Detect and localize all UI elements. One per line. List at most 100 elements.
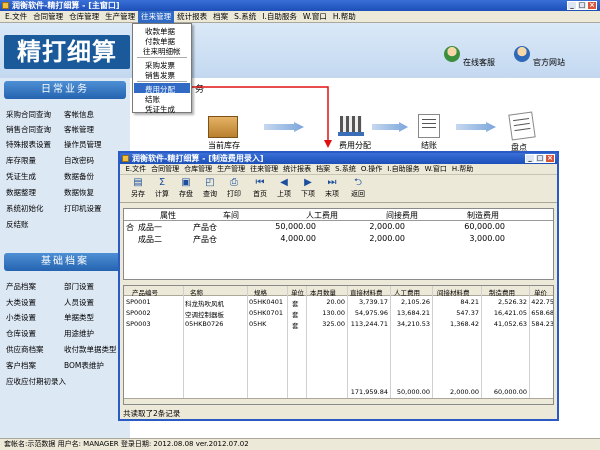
table-row[interactable]: 合 成品一 产品仓 50,000.00 2,000.00 60,000.00	[124, 221, 553, 232]
last-page-button[interactable]: ⏭ 末项	[323, 177, 341, 199]
link-payment-doc-type[interactable]: 收付款单据类型	[64, 344, 117, 355]
child-menu-reports[interactable]: 统计报表	[281, 164, 314, 175]
link-operator-manage[interactable]: 操作员管理	[64, 139, 102, 150]
link-staff-setup[interactable]: 人员设置	[64, 297, 94, 308]
link-data-cleanup[interactable]: 数据整理	[6, 187, 36, 198]
cell-spec: 05HK	[249, 320, 267, 328]
workflow-label-cost: 费用分配	[339, 141, 371, 150]
child-menu-archive[interactable]: 档案	[314, 164, 333, 175]
child-menu-contract[interactable]: 合同管理	[149, 164, 182, 175]
link-stock-limit[interactable]: 库存限量	[6, 155, 36, 166]
dd-sales-invoice[interactable]: 销售发票	[145, 70, 175, 81]
link-customer-archive[interactable]: 客户档案	[6, 360, 36, 371]
child-status-bar: 共读取了2条记录	[123, 409, 181, 418]
first-page-button[interactable]: ⏮ 首页	[251, 177, 269, 199]
app-logo: 精打细算	[4, 35, 130, 69]
return-button[interactable]: ⮌ 返回	[349, 177, 367, 199]
link-warehouse-setup[interactable]: 仓库设置	[6, 328, 36, 339]
menu-system[interactable]: S.系统	[231, 11, 259, 23]
table-row[interactable]: 成品二 产品仓 4,000.00 2,000.00 3,000.00	[124, 233, 553, 244]
cell-name: 科龙热吹风机	[185, 300, 224, 308]
link-product-archive[interactable]: 产品档案	[6, 281, 36, 292]
link-printer-setup[interactable]: 打印机设置	[64, 203, 102, 214]
table-row[interactable]: SP0003 05HKB0726 05HK 套 325.00 113,244.7…	[124, 320, 553, 330]
cost-allocation-icon[interactable]	[338, 114, 364, 138]
checkout-icon[interactable]	[418, 114, 440, 138]
child-menu-production[interactable]: 生产管理	[215, 164, 248, 175]
child-menu-file[interactable]: E.文件	[123, 164, 149, 175]
child-close-button[interactable]: ×	[545, 154, 555, 163]
link-category-setup[interactable]: 大类设置	[6, 297, 36, 308]
col-direct-material: 直接材料费	[350, 289, 383, 297]
link-subcategory-setup[interactable]: 小类设置	[6, 312, 36, 323]
cell-direct: 113,244.71	[350, 320, 388, 328]
table-row[interactable]: SP0001 科龙热吹风机 05HK0401 套 20.00 3,739.17 …	[124, 298, 553, 308]
link-sales-contract[interactable]: 销售合同查询	[6, 124, 51, 135]
child-menu-accounts[interactable]: 往来管理	[248, 164, 281, 175]
link-data-restore[interactable]: 数据恢复	[64, 187, 94, 198]
link-data-backup[interactable]: 数据备份	[64, 171, 94, 182]
menu-self-service[interactable]: I.自助服务	[259, 11, 300, 23]
link-supplier-archive[interactable]: 供应商档案	[6, 344, 44, 355]
cost-grid[interactable]: 属性 车间 人工费用 间接费用 制造费用 合 成品一 产品仓 50,000.00…	[123, 208, 554, 280]
col-indirect-material: 间接材料费	[437, 289, 470, 297]
customer-service-icon	[444, 46, 460, 62]
menu-contract[interactable]: 合同管理	[30, 11, 66, 23]
link-special-report[interactable]: 特殊报表设置	[6, 139, 51, 150]
cell-unit: 套	[292, 322, 299, 330]
menu-window[interactable]: W.窗口	[300, 11, 330, 23]
menu-production[interactable]: 生产管理	[102, 11, 138, 23]
save-as-button[interactable]: ▤ 另存	[129, 177, 147, 199]
stocktake-icon[interactable]	[508, 111, 536, 141]
menu-warehouse[interactable]: 仓库管理	[66, 11, 102, 23]
cell-price: 658.68	[531, 309, 554, 317]
menu-reports[interactable]: 统计报表	[174, 11, 210, 23]
child-menu-help[interactable]: H.帮助	[449, 164, 475, 175]
next-button[interactable]: ▶ 下项	[299, 177, 317, 199]
link-purpose-maintain[interactable]: 用途维护	[64, 328, 94, 339]
save-button[interactable]: ▣ 存盘	[177, 177, 195, 199]
menu-archive[interactable]: 档案	[210, 11, 231, 23]
cell-labor: 34,210.53	[396, 320, 430, 328]
cell-labor: 50,000.00	[275, 222, 316, 231]
save-icon: ▣	[181, 177, 191, 188]
table-row[interactable]: SP0002 空调控制器板 05HK0701 套 130.00 54,975.9…	[124, 309, 554, 319]
child-minimize-button[interactable]: _	[525, 154, 535, 163]
dd-ledger-detail[interactable]: 往来明细帐	[143, 46, 181, 57]
link-account-info[interactable]: 客帐信息	[64, 109, 94, 120]
child-menu-warehouse[interactable]: 仓库管理	[182, 164, 215, 175]
link-bom-maintain[interactable]: BOM表维护	[64, 360, 104, 371]
menu-help[interactable]: H.帮助	[330, 11, 359, 23]
link-ar-ap-opening[interactable]: 应收应付期初录入	[6, 376, 66, 387]
product-cost-grid[interactable]: 产品编号 名称 规格 单位 本月数量 直接材料费 人工费用 间接材料费 制造费用…	[123, 285, 554, 405]
child-menu-operate[interactable]: O.操作	[358, 164, 384, 175]
print-button[interactable]: ⎙ 打印	[225, 177, 243, 199]
calculate-button[interactable]: Σ 计算	[153, 177, 171, 199]
cell-labor: 13,684.21	[396, 309, 430, 317]
query-button[interactable]: ◰ 查询	[201, 177, 219, 199]
horizontal-scrollbar[interactable]	[124, 398, 553, 404]
total-manufacturing: 60,000.00	[493, 388, 527, 396]
link-account-manage[interactable]: 客帐管理	[64, 124, 94, 135]
link-system-init[interactable]: 系统初始化	[6, 203, 44, 214]
link-document-type[interactable]: 单据类型	[64, 312, 94, 323]
child-maximize-button[interactable]: □	[535, 154, 545, 163]
link-reverse-checkout[interactable]: 反结账	[6, 219, 29, 230]
maximize-button[interactable]: □	[577, 1, 587, 10]
link-voucher-generate[interactable]: 凭证生成	[6, 171, 36, 182]
child-menu-system[interactable]: S.系统	[333, 164, 359, 175]
previous-button[interactable]: ◀ 上项	[275, 177, 293, 199]
menu-accounts[interactable]: 往来管理	[138, 10, 175, 23]
child-menu-window[interactable]: W.窗口	[422, 164, 449, 175]
cell-code: SP0002	[126, 309, 151, 317]
calculate-label: 计算	[155, 190, 169, 198]
menu-file[interactable]: E.文件	[2, 11, 30, 23]
link-change-password[interactable]: 自改密码	[64, 155, 94, 166]
return-icon: ⮌	[353, 177, 362, 188]
dd-voucher[interactable]: 凭证生成	[145, 104, 175, 115]
child-menu-self-service[interactable]: I.自助服务	[385, 164, 422, 175]
close-button[interactable]: ×	[587, 1, 597, 10]
link-purchase-contract[interactable]: 采购合同查询	[6, 109, 51, 120]
link-department-setup[interactable]: 部门设置	[64, 281, 94, 292]
minimize-button[interactable]: _	[567, 1, 577, 10]
